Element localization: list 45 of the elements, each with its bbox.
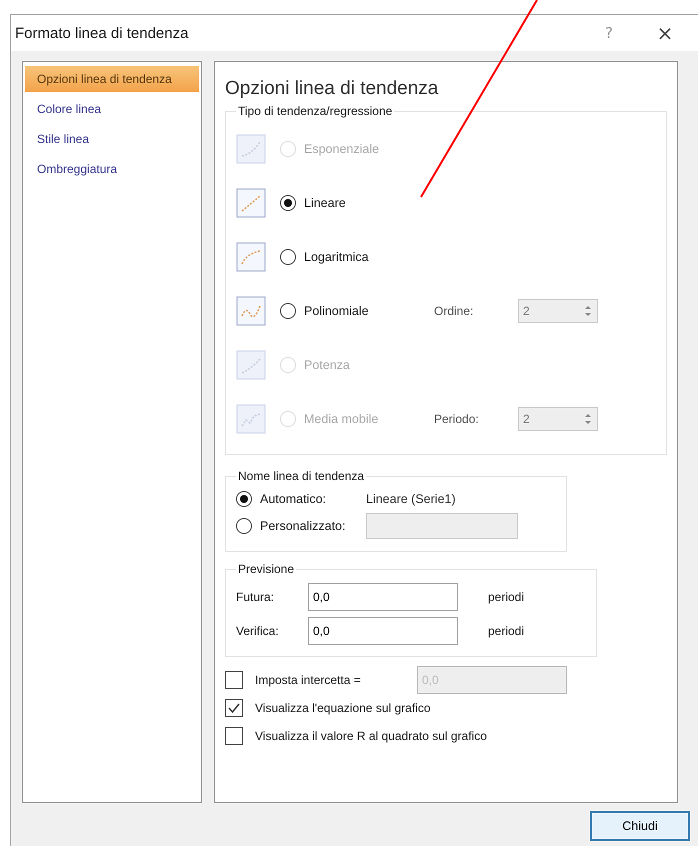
close-button[interactable]: × [642,17,688,49]
panel-title: Opzioni linea di tendenza [225,78,440,100]
checkbox-label: Visualizza l'equazione sul grafico [255,701,431,715]
radio-option[interactable]: Logaritmica [280,249,420,265]
radio-option[interactable]: Polinomiale [280,303,420,319]
sidebar-item[interactable]: Colore linea [25,96,199,122]
radio-option[interactable]: Automatico: [236,491,366,507]
radio-option[interactable]: Lineare [280,195,420,211]
field-label: Ordine: [434,304,474,318]
radio-option[interactable]: Personalizzato: [236,518,366,534]
radio-button[interactable] [236,518,252,534]
radio-button[interactable] [280,303,296,319]
checkbox[interactable] [225,727,243,745]
sidebar-item[interactable]: Ombreggiatura [25,156,199,182]
window-title: Formato linea di tendenza [15,24,190,42]
trendline-icon [236,188,266,218]
trendline-icon [236,350,266,380]
checkbox[interactable] [225,699,243,717]
sidebar-item[interactable]: Opzioni linea di tendenza [25,66,199,92]
field-label: Periodo: [434,412,480,426]
forecast-input-field[interactable]: 0,0 [308,617,458,645]
name-input-field[interactable] [366,513,518,539]
unit-label: periodi [488,590,524,604]
checkbox-label: Visualizza il valore R al quadrato sul grafico [255,729,487,743]
radio-button[interactable] [280,249,296,265]
forecast-input-field[interactable]: 0,0 [308,583,458,611]
trendline-icon [236,134,266,164]
group-title: Tipo di tendenza/regressione [237,104,394,118]
radio-button[interactable] [280,195,296,211]
radio-button[interactable] [236,491,252,507]
group-title: Previsione [237,562,296,576]
trendline-name: Lineare (Serie1) [366,492,457,506]
close-dialog-button[interactable]: Chiudi [590,811,690,841]
field-label: Futura: [236,590,276,604]
sidebar-item[interactable]: Stile linea [25,126,199,152]
check-icon [227,701,241,715]
group-title: Nome linea di tendenza [237,469,366,483]
trendline-icon [236,296,266,326]
checkbox-label: Imposta intercetta = [255,673,362,687]
checkbox[interactable] [225,671,243,689]
field-label: Verifica: [236,624,280,638]
trendline-icon [236,404,266,434]
number-spinner[interactable]: 2 [518,299,598,323]
unit-label: periodi [488,624,524,638]
trendline-icon [236,242,266,272]
